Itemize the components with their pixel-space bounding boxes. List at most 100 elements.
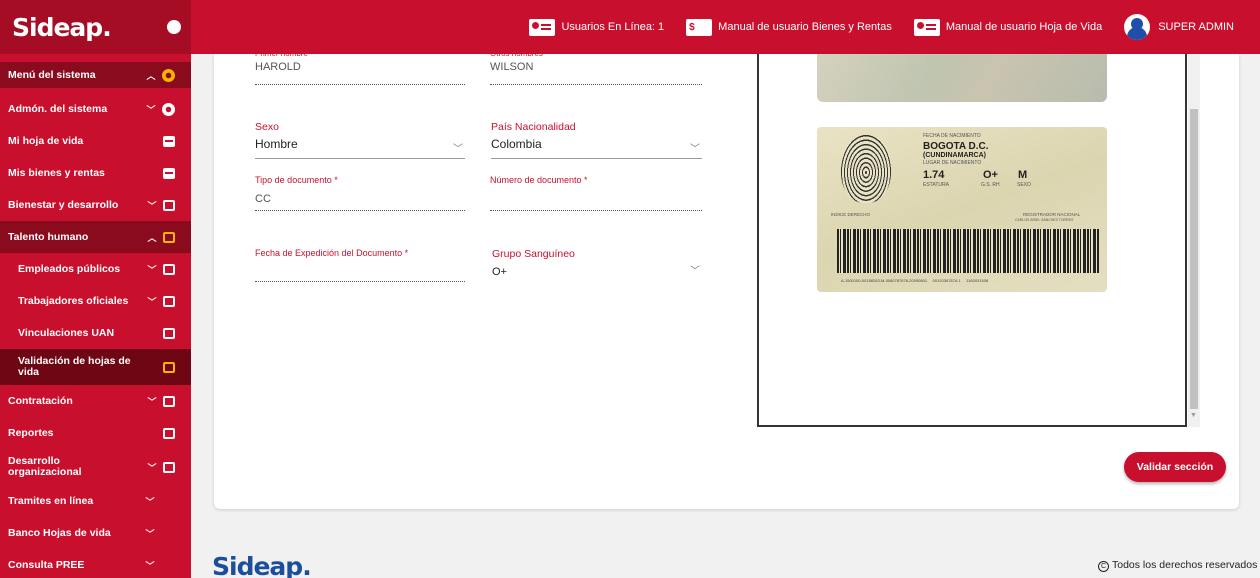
tipo-documento-label: Tipo de documento *: [255, 175, 338, 185]
numero-documento-field[interactable]: Número de documento *: [490, 175, 702, 211]
sidebar-item-label: Empleados públicos: [18, 262, 121, 275]
sidebar-item-label: Consulta PREE: [8, 558, 85, 571]
sidebar-item-tramites[interactable]: Tramites en línea ﹀: [0, 485, 191, 517]
scroll-down-arrow-icon[interactable]: ▼: [1190, 412, 1197, 419]
id-card-back-image: FECHA DE NACIMIENTO BOGOTA D.C. (CUNDINA…: [817, 127, 1107, 292]
sidebar-item-validacion-hojas[interactable]: Validación de hojas de vida: [0, 349, 191, 385]
calendar-icon: [163, 263, 175, 275]
registrador-name: CARLOS ARIEL SÁNCHEZ TORRES: [1015, 218, 1074, 222]
chevron-up-icon: ︿: [146, 70, 156, 81]
gear-icon: [162, 68, 175, 82]
sidebar-item-label: Vinculaciones UAN: [18, 326, 115, 339]
tipo-documento-field[interactable]: Tipo de documento * CC: [255, 175, 465, 211]
estatura-value: 1.74: [923, 169, 945, 181]
sexo-select[interactable]: Sexo Hombre ﹀: [255, 121, 465, 159]
gear-icon: [162, 102, 175, 116]
sidebar-item-vinculaciones-uan[interactable]: Vinculaciones UAN: [0, 317, 191, 349]
manual-bienes-label: Manual de usuario Bienes y Rentas: [718, 21, 892, 33]
document-scrollbar[interactable]: ▼: [1188, 54, 1200, 427]
manual-bienes-link[interactable]: $ Manual de usuario Bienes y Rentas: [686, 18, 892, 36]
id-card-icon: [913, 18, 940, 36]
document-icon: [163, 135, 175, 147]
otros-nombres-field[interactable]: Otros nombres WILSON: [490, 49, 702, 85]
primer-nombre-label: Primer nombre: [255, 49, 308, 58]
pais-value: Colombia: [491, 137, 542, 151]
sidebar-item-label: Validación de hojas de vida: [18, 355, 131, 378]
lugar-nacimiento-label: LUGAR DE NACIMIENTO: [923, 160, 982, 166]
sidebar-item-menu-sistema[interactable]: Menú del sistema ︿: [0, 62, 191, 88]
grupo-sanguineo-label: Grupo Sanguíneo: [492, 248, 575, 260]
calendar-icon: [163, 427, 175, 439]
chevron-down-icon: ﹀: [690, 266, 700, 277]
footer-rights: C Todos los derechos reservados: [1098, 559, 1257, 572]
fecha-expedicion-label: Fecha de Expedición del Documento *: [255, 248, 409, 258]
indice-label: INDICE DERECHO: [831, 212, 871, 217]
manual-hoja-link[interactable]: Manual de usuario Hoja de Vida: [913, 18, 1102, 36]
sidebar-item-admon[interactable]: Admón. del sistema ﹀: [0, 93, 191, 125]
sexo-id-value: M: [1018, 169, 1028, 181]
sidebar-item-hoja-de-vida[interactable]: Mi hoja de vida: [0, 125, 191, 157]
validar-seccion-button[interactable]: Validar sección: [1124, 452, 1226, 482]
online-users-link[interactable]: Usuarios En Línea: 1: [529, 18, 664, 36]
field-underline: [255, 210, 465, 211]
numero-documento-label: Número de documento *: [490, 175, 588, 185]
rights-text: Todos los derechos reservados: [1112, 559, 1258, 571]
sidebar-item-banco-hojas[interactable]: Banco Hojas de vida ﹀: [0, 517, 191, 549]
document-viewer[interactable]: FECHA DE NACIMIENTO BOGOTA D.C. (CUNDINA…: [757, 54, 1187, 427]
sidebar-item-consulta-pree[interactable]: Consulta PREE ﹀: [0, 549, 191, 578]
chevron-down-icon: ﹀: [147, 396, 157, 407]
scrollbar-thumb[interactable]: [1190, 109, 1198, 409]
sidebar-item-talento-humano[interactable]: Talento humano ︿: [0, 221, 191, 253]
sidebar-item-reportes[interactable]: Reportes: [0, 417, 191, 449]
sidebar-toggle-button[interactable]: [167, 20, 181, 34]
sidebar-item-bienes-rentas[interactable]: Mis bienes y rentas: [0, 157, 191, 189]
sidebar-item-trabajadores-oficiales[interactable]: Trabajadores oficiales ﹀: [0, 285, 191, 317]
chevron-down-icon: ﹀: [147, 200, 157, 211]
user-avatar-icon: [1124, 14, 1151, 40]
field-underline: [255, 84, 465, 85]
fecha-expedicion-field[interactable]: Fecha de Expedición del Documento *: [255, 248, 465, 282]
birth-city: BOGOTA D.C.: [923, 141, 989, 152]
sideap-logo[interactable]: Sideap.: [12, 13, 112, 42]
sidebar-item-label: Admón. del sistema: [8, 102, 108, 115]
birth-region: (CUNDINAMARCA): [923, 152, 986, 159]
sexo-label: Sexo: [255, 121, 279, 133]
chevron-down-icon: ﹀: [145, 496, 155, 507]
sidebar-item-label: Menú del sistema: [8, 68, 96, 81]
sidebar-item-empleados-publicos[interactable]: Empleados públicos ﹀: [0, 253, 191, 285]
sidebar-item-label: Desarrollo organizacional: [8, 455, 82, 478]
chevron-up-icon: ︿: [147, 232, 157, 243]
sidebar-item-label: Trabajadores oficiales: [18, 294, 129, 307]
sidebar-item-label: Contratación: [8, 394, 73, 407]
sidebar-item-bienestar[interactable]: Bienestar y desarrollo ﹀: [0, 189, 191, 221]
sidebar-item-contratacion[interactable]: Contratación ﹀: [0, 385, 191, 417]
chevron-down-icon: ﹀: [147, 264, 157, 275]
sidebar-item-label: Bienestar y desarrollo: [8, 198, 119, 211]
chevron-down-icon: ﹀: [690, 144, 700, 155]
chevron-down-icon: ﹀: [147, 462, 157, 473]
calendar-icon: [163, 461, 175, 473]
field-underline: [490, 84, 702, 85]
grupo-sanguineo-select[interactable]: Grupo Sanguíneo O+ ﹀: [492, 248, 702, 282]
field-underline: [491, 158, 702, 159]
otros-nombres-value: WILSON: [490, 61, 534, 73]
chevron-down-icon: ﹀: [147, 296, 157, 307]
calendar-icon: [163, 295, 175, 307]
estatura-label: ESTATURA: [923, 182, 949, 188]
tipo-documento-value: CC: [255, 193, 271, 205]
validation-card: Primer nombre HAROLD Otros nombres WILSO…: [214, 49, 1239, 509]
copyright-icon: C: [1098, 561, 1109, 572]
sexo-id-label: SEXO: [1017, 182, 1031, 188]
user-menu[interactable]: SUPER ADMIN: [1124, 14, 1234, 40]
field-underline: [255, 158, 465, 159]
otros-nombres-label: Otros nombres: [490, 49, 543, 58]
money-icon: $: [686, 18, 713, 36]
sidebar-item-label: Banco Hojas de vida: [8, 526, 111, 539]
sidebar-item-desarrollo-organizacional[interactable]: Desarrollo organizacional ﹀: [0, 449, 191, 485]
pais-select[interactable]: País Nacionalidad Colombia ﹀: [491, 121, 702, 159]
sidebar-item-label: Mi hoja de vida: [8, 134, 84, 147]
rh-value: O+: [983, 169, 998, 181]
primer-nombre-field[interactable]: Primer nombre HAROLD: [255, 49, 465, 85]
top-bar: Sideap. Usuarios En Línea: 1 $ Manual de…: [0, 0, 1260, 54]
id-card-icon: [529, 18, 556, 36]
